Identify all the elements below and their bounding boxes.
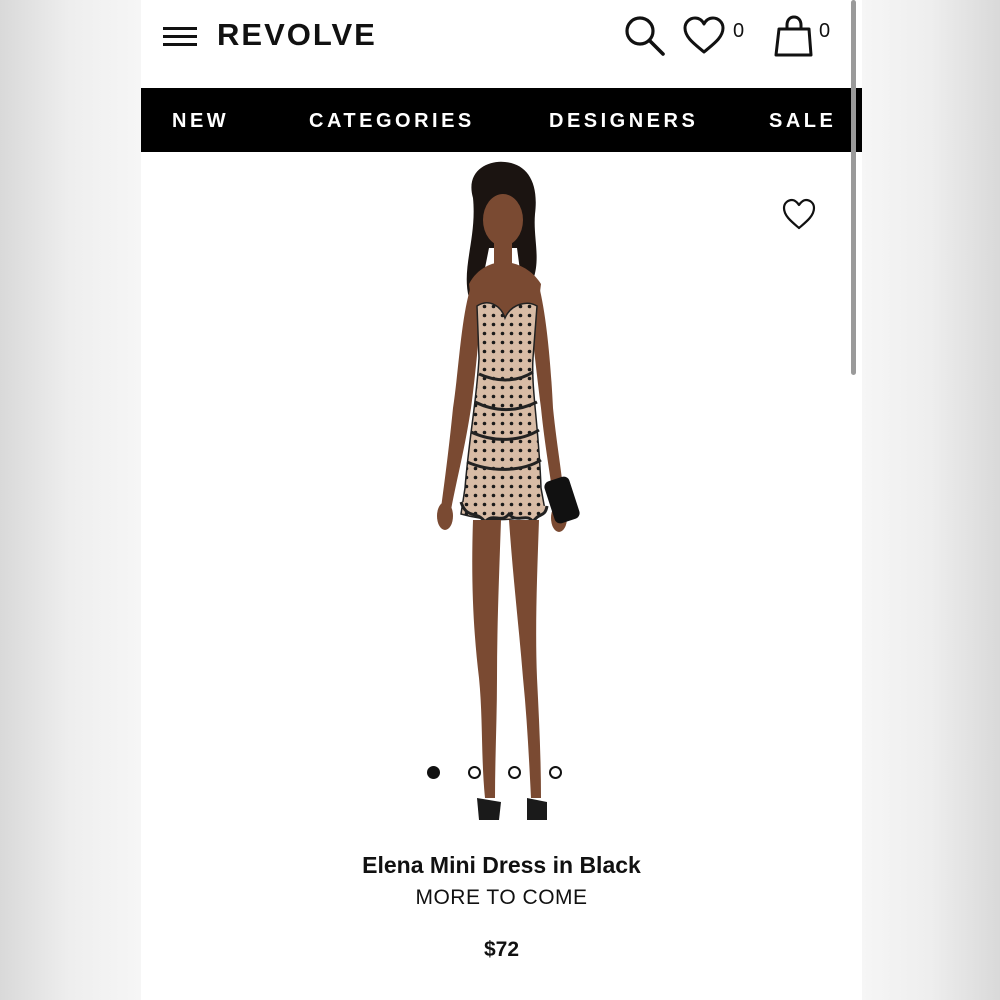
phone-screen: REVOLVE 0 0 NEW CATEGORIES DESIGNERS SAL… — [141, 0, 862, 1000]
site-logo[interactable]: REVOLVE — [217, 17, 377, 53]
product-image[interactable] — [381, 158, 621, 830]
product-price: $72 — [483, 938, 520, 961]
add-to-wishlist-heart-icon[interactable] — [781, 198, 817, 232]
scrollbar[interactable] — [851, 0, 856, 375]
nav-item-designers[interactable]: DESIGNERS — [549, 110, 698, 133]
search-icon[interactable] — [623, 14, 667, 58]
product-name[interactable]: Elena Mini Dress in Black — [141, 852, 862, 879]
site-header: REVOLVE 0 0 — [141, 0, 862, 88]
carousel-dot-2[interactable] — [468, 766, 481, 779]
nav-item-new[interactable]: NEW — [172, 110, 229, 133]
bag-count: 0 — [819, 20, 831, 42]
wishlist-heart-icon[interactable] — [682, 16, 726, 56]
carousel-indicators — [427, 764, 577, 782]
shopping-bag-icon[interactable] — [773, 14, 817, 58]
carousel-dot-3[interactable] — [508, 766, 521, 779]
hamburger-menu-icon[interactable] — [163, 26, 197, 48]
product-brand[interactable]: MORE TO COME — [141, 886, 862, 910]
main-nav: NEW CATEGORIES DESIGNERS SALE — [141, 88, 862, 152]
nav-item-categories[interactable]: CATEGORIES — [309, 110, 475, 133]
carousel-dot-4[interactable] — [549, 766, 562, 779]
wishlist-count: 0 — [733, 20, 745, 42]
carousel-dot-1[interactable] — [427, 766, 440, 779]
nav-item-sale[interactable]: SALE — [769, 110, 836, 133]
